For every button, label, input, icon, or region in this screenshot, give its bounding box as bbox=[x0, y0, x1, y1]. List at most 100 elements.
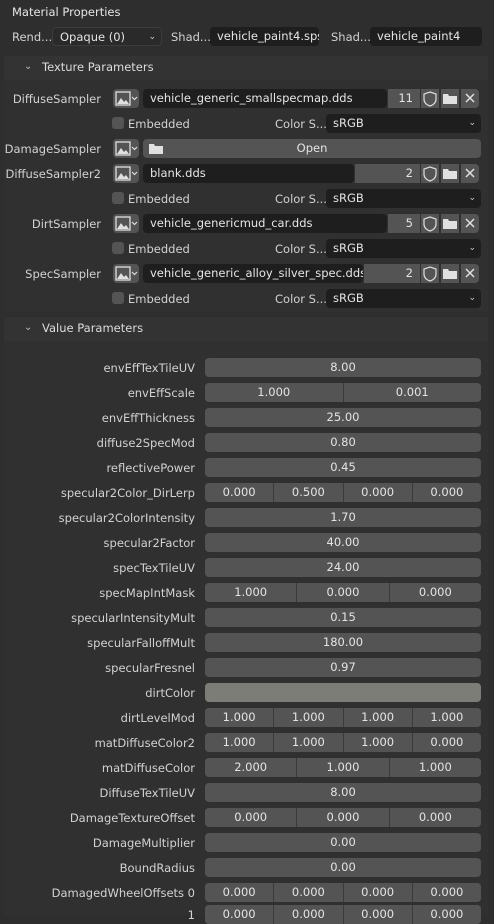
param-value-field[interactable]: 0.000 bbox=[389, 808, 481, 827]
diffuse-sampler2-file[interactable]: blank.dds bbox=[143, 164, 354, 183]
param-value-field[interactable]: 0.000 bbox=[205, 808, 298, 827]
param-value-field[interactable]: 1.000 bbox=[412, 708, 481, 727]
param-label: reflectivePower bbox=[106, 461, 195, 475]
folder-icon[interactable] bbox=[441, 214, 459, 233]
param-value-field[interactable]: 0.000 bbox=[412, 483, 481, 502]
param-value-field[interactable]: 1.000 bbox=[343, 708, 413, 727]
param-value-field[interactable]: 2.000 bbox=[205, 758, 298, 777]
param-value-group: 0.00 bbox=[205, 833, 481, 852]
param-value-field[interactable]: 1.000 bbox=[205, 708, 275, 727]
close-icon[interactable] bbox=[461, 164, 479, 183]
folder-icon[interactable] bbox=[441, 164, 459, 183]
param-value-field[interactable]: 0.00 bbox=[205, 833, 481, 852]
spec-sampler-file[interactable]: vehicle_generic_alloy_silver_spec.dds bbox=[143, 264, 363, 283]
embedded-checkbox[interactable] bbox=[112, 242, 124, 254]
shader-file-field[interactable]: vehicle_paint4.sps bbox=[210, 27, 319, 46]
value-parameters-body bbox=[4, 341, 488, 915]
param-value-field[interactable]: 0.000 bbox=[389, 583, 481, 602]
image-browse-button[interactable] bbox=[113, 264, 139, 283]
param-label: specularFalloffMult bbox=[87, 636, 195, 650]
param-value-field[interactable]: 1.70 bbox=[205, 508, 481, 527]
param-value-field[interactable]: 8.00 bbox=[205, 783, 481, 802]
diffuse-sampler-label: DiffuseSampler bbox=[12, 92, 101, 106]
dirt-sampler-users[interactable]: 5 bbox=[388, 214, 420, 233]
param-value-field[interactable]: 0.000 bbox=[205, 883, 275, 902]
param-value-field[interactable]: 0.000 bbox=[343, 883, 413, 902]
fake-user-shield-icon[interactable] bbox=[421, 164, 439, 183]
param-value-field[interactable]: 0.000 bbox=[343, 483, 413, 502]
param-value-field[interactable]: 0.001 bbox=[343, 383, 481, 402]
embedded-label: Embedded bbox=[128, 117, 190, 131]
spec-sampler-users[interactable]: 2 bbox=[364, 264, 420, 283]
param-value-field[interactable]: 0.00 bbox=[205, 858, 481, 877]
embedded-checkbox[interactable] bbox=[112, 192, 124, 204]
embedded-label: Embedded bbox=[128, 242, 190, 256]
diffuse-sampler2-users[interactable]: 2 bbox=[355, 164, 420, 183]
color-space-select[interactable]: sRGB ⌄ bbox=[326, 289, 481, 308]
param-value-field[interactable]: 0.45 bbox=[205, 458, 481, 477]
param-value-group: 180.00 bbox=[205, 633, 481, 652]
color-space-select[interactable]: sRGB ⌄ bbox=[326, 239, 481, 258]
embedded-checkbox[interactable] bbox=[112, 117, 124, 129]
param-value-field[interactable]: 0.000 bbox=[412, 883, 481, 902]
image-icon bbox=[115, 91, 138, 106]
chevron-down-icon: ⌄ bbox=[468, 293, 476, 303]
close-icon[interactable] bbox=[461, 214, 479, 233]
param-value-field[interactable]: 0.000 bbox=[205, 483, 275, 502]
color-space-label: Color S... bbox=[275, 117, 327, 131]
param-value-field[interactable]: 1.000 bbox=[205, 583, 298, 602]
param-value-group: 0.97 bbox=[205, 658, 481, 677]
fake-user-shield-icon[interactable] bbox=[421, 89, 439, 108]
close-icon[interactable] bbox=[461, 264, 479, 283]
param-value-field[interactable]: 1.000 bbox=[274, 708, 344, 727]
param-value-field[interactable]: 8.00 bbox=[205, 358, 481, 377]
param-label: specular2ColorIntensity bbox=[58, 511, 195, 525]
texture-parameters-title: Texture Parameters bbox=[42, 60, 154, 74]
param-value-field[interactable]: 0.80 bbox=[205, 433, 481, 452]
param-value-field[interactable]: 24.00 bbox=[205, 558, 481, 577]
param-value-field[interactable]: 0.000 bbox=[274, 883, 344, 902]
open-image-button[interactable]: Open bbox=[143, 139, 481, 158]
render-mode-select[interactable]: Opaque (0) ⌄ bbox=[52, 27, 162, 46]
color-space-select[interactable]: sRGB ⌄ bbox=[326, 114, 481, 133]
close-icon[interactable] bbox=[461, 89, 479, 108]
fake-user-shield-icon[interactable] bbox=[421, 264, 439, 283]
param-value-field[interactable]: 25.00 bbox=[205, 408, 481, 427]
value-parameters-header[interactable]: ⌄ Value Parameters bbox=[4, 317, 488, 341]
param-label: 1 bbox=[187, 908, 195, 922]
param-value-field[interactable]: 1.000 bbox=[205, 733, 275, 752]
diffuse-sampler-file[interactable]: vehicle_generic_smallspecmap.dds bbox=[143, 89, 387, 108]
color-space-select[interactable]: sRGB ⌄ bbox=[326, 189, 481, 208]
image-browse-button[interactable] bbox=[113, 214, 139, 233]
diffuse-sampler-users[interactable]: 11 bbox=[388, 89, 420, 108]
color-swatch[interactable] bbox=[205, 683, 481, 702]
param-value-field[interactable]: 1.000 bbox=[343, 733, 413, 752]
param-value-field[interactable]: 180.00 bbox=[205, 633, 481, 652]
param-label: dirtLevelMod bbox=[120, 711, 195, 725]
param-value-field[interactable]: 0.000 bbox=[412, 733, 481, 752]
dirt-sampler-file[interactable]: vehicle_genericmud_car.dds bbox=[143, 214, 387, 233]
folder-icon[interactable] bbox=[441, 89, 459, 108]
image-browse-button[interactable] bbox=[113, 164, 139, 183]
color-space-value: sRGB bbox=[333, 291, 364, 305]
spec-sampler-label: SpecSampler bbox=[25, 267, 101, 281]
param-value-field[interactable]: 0.15 bbox=[205, 608, 481, 627]
folder-icon[interactable] bbox=[441, 264, 459, 283]
texture-parameters-header[interactable]: ⌄ Texture Parameters bbox=[4, 56, 488, 80]
param-value-field[interactable]: 0.000 bbox=[297, 583, 390, 602]
param-value-field[interactable]: 1.000 bbox=[389, 758, 481, 777]
shader-name-field[interactable]: vehicle_paint4 bbox=[370, 27, 482, 46]
image-browse-button[interactable] bbox=[113, 139, 139, 158]
embedded-checkbox[interactable] bbox=[112, 292, 124, 304]
fake-user-shield-icon[interactable] bbox=[421, 214, 439, 233]
param-value-field[interactable]: 1.000 bbox=[205, 383, 344, 402]
image-icon bbox=[115, 166, 138, 181]
param-value-field[interactable]: 0.500 bbox=[274, 483, 344, 502]
image-browse-button[interactable] bbox=[113, 89, 139, 108]
param-value-field[interactable]: 0.97 bbox=[205, 658, 481, 677]
param-value-field[interactable]: 40.00 bbox=[205, 533, 481, 552]
param-value-field[interactable]: 1.000 bbox=[274, 733, 344, 752]
shader-name-label: Shad... bbox=[331, 30, 371, 44]
param-value-field[interactable]: 1.000 bbox=[297, 758, 390, 777]
param-value-field[interactable]: 0.000 bbox=[297, 808, 390, 827]
